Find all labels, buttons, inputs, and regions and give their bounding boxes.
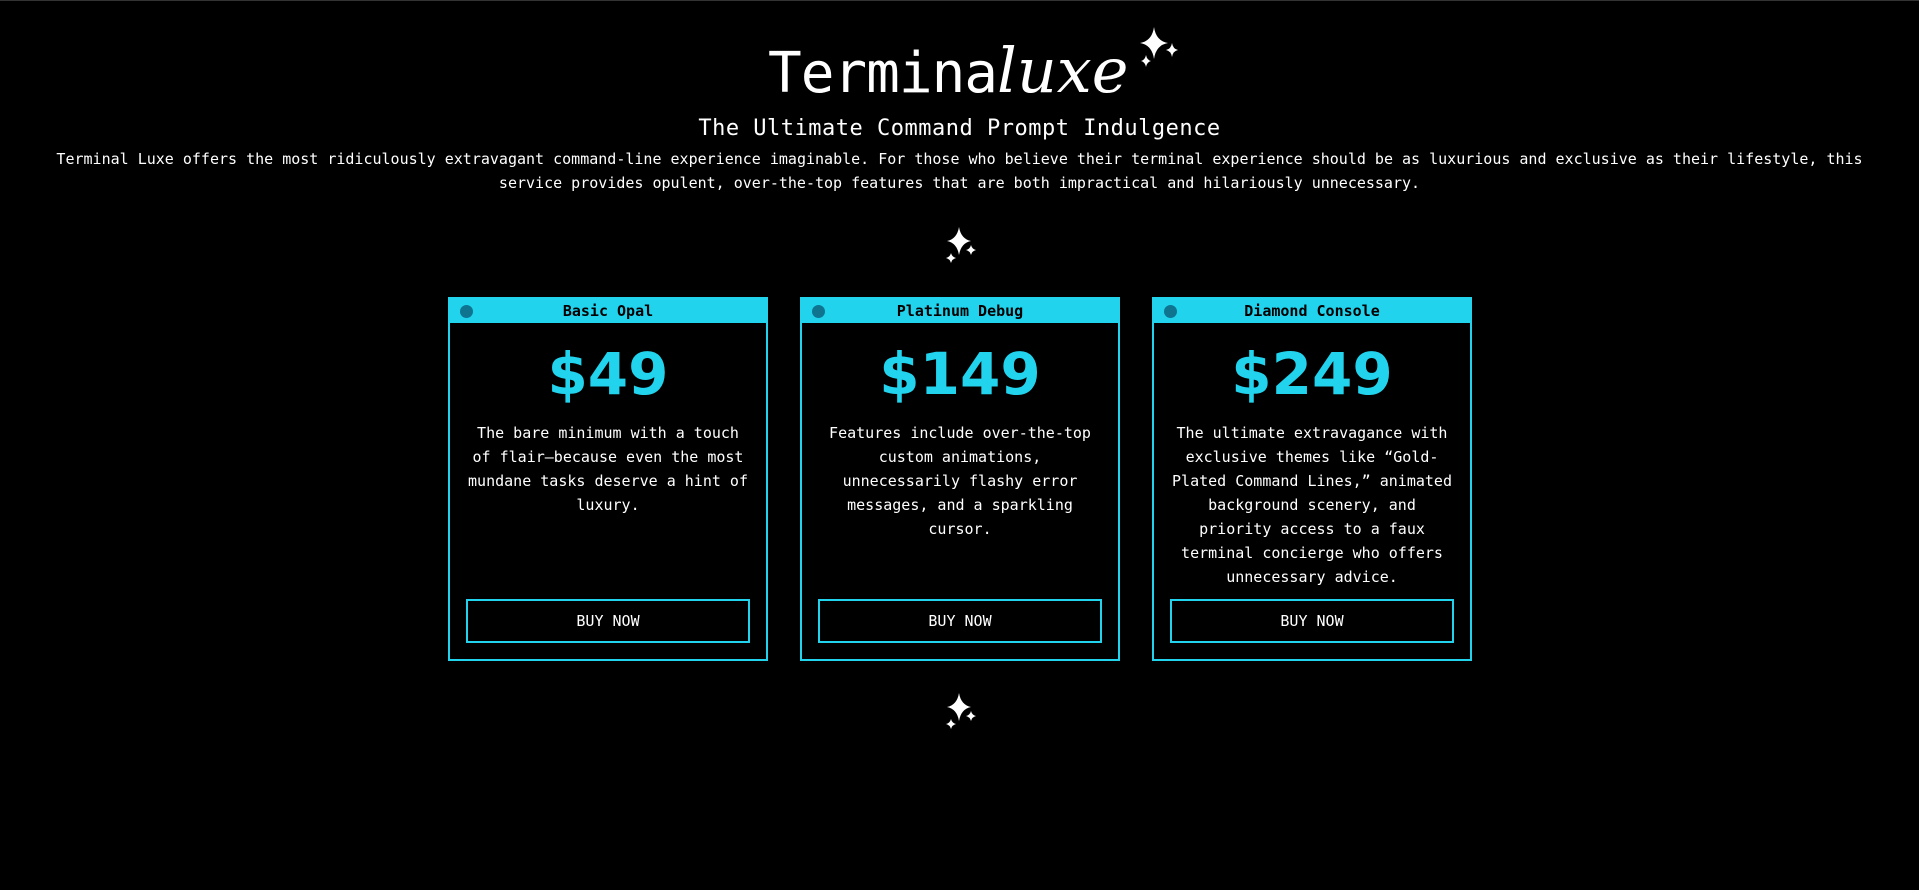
plan-price: $149 xyxy=(879,340,1041,408)
page-description: Terminal Luxe offers the most ridiculous… xyxy=(56,150,1863,192)
logo-main-text: Termina xyxy=(768,41,998,106)
window-dot-icon xyxy=(1164,305,1177,318)
buy-now-button[interactable]: BUY NOW xyxy=(466,599,750,643)
plan-name: Platinum Debug xyxy=(896,302,1024,320)
plan-card-platinum-debug: Platinum Debug $149 Features include ove… xyxy=(800,297,1120,661)
plan-description: The bare minimum with a touch of flair—b… xyxy=(468,424,748,514)
sparkles-icon xyxy=(1140,27,1178,67)
plan-price: $49 xyxy=(547,340,669,408)
window-dot-icon xyxy=(812,305,825,318)
logo: Terminaluxe xyxy=(768,25,1188,106)
plan-name: Basic Opal xyxy=(562,302,654,320)
window-dot-icon xyxy=(460,305,473,318)
plan-price: $249 xyxy=(1231,340,1393,408)
logo-script-text: luxe xyxy=(997,34,1129,107)
plan-card-basic-opal: Basic Opal $49 The bare minimum with a t… xyxy=(448,297,768,661)
plan-card-header: Platinum Debug xyxy=(802,299,1118,323)
buy-now-button[interactable]: BUY NOW xyxy=(818,599,1102,643)
plan-card-header: Diamond Console xyxy=(1154,299,1470,323)
sparkles-icon xyxy=(946,227,976,263)
page-subtitle: The Ultimate Command Prompt Indulgence xyxy=(698,116,1221,141)
sparkles-icon xyxy=(946,693,976,729)
plan-card-header: Basic Opal xyxy=(450,299,766,323)
plan-card-diamond-console: Diamond Console $249 The ultimate extrav… xyxy=(1152,297,1472,661)
plan-name: Diamond Console xyxy=(1244,302,1380,320)
plan-description: Features include over-the-top custom ani… xyxy=(829,424,1091,538)
logo-wordmark: Terminaluxe xyxy=(768,39,1128,106)
buy-now-button[interactable]: BUY NOW xyxy=(1170,599,1454,643)
plan-description: The ultimate extravagance with exclusive… xyxy=(1172,424,1452,586)
